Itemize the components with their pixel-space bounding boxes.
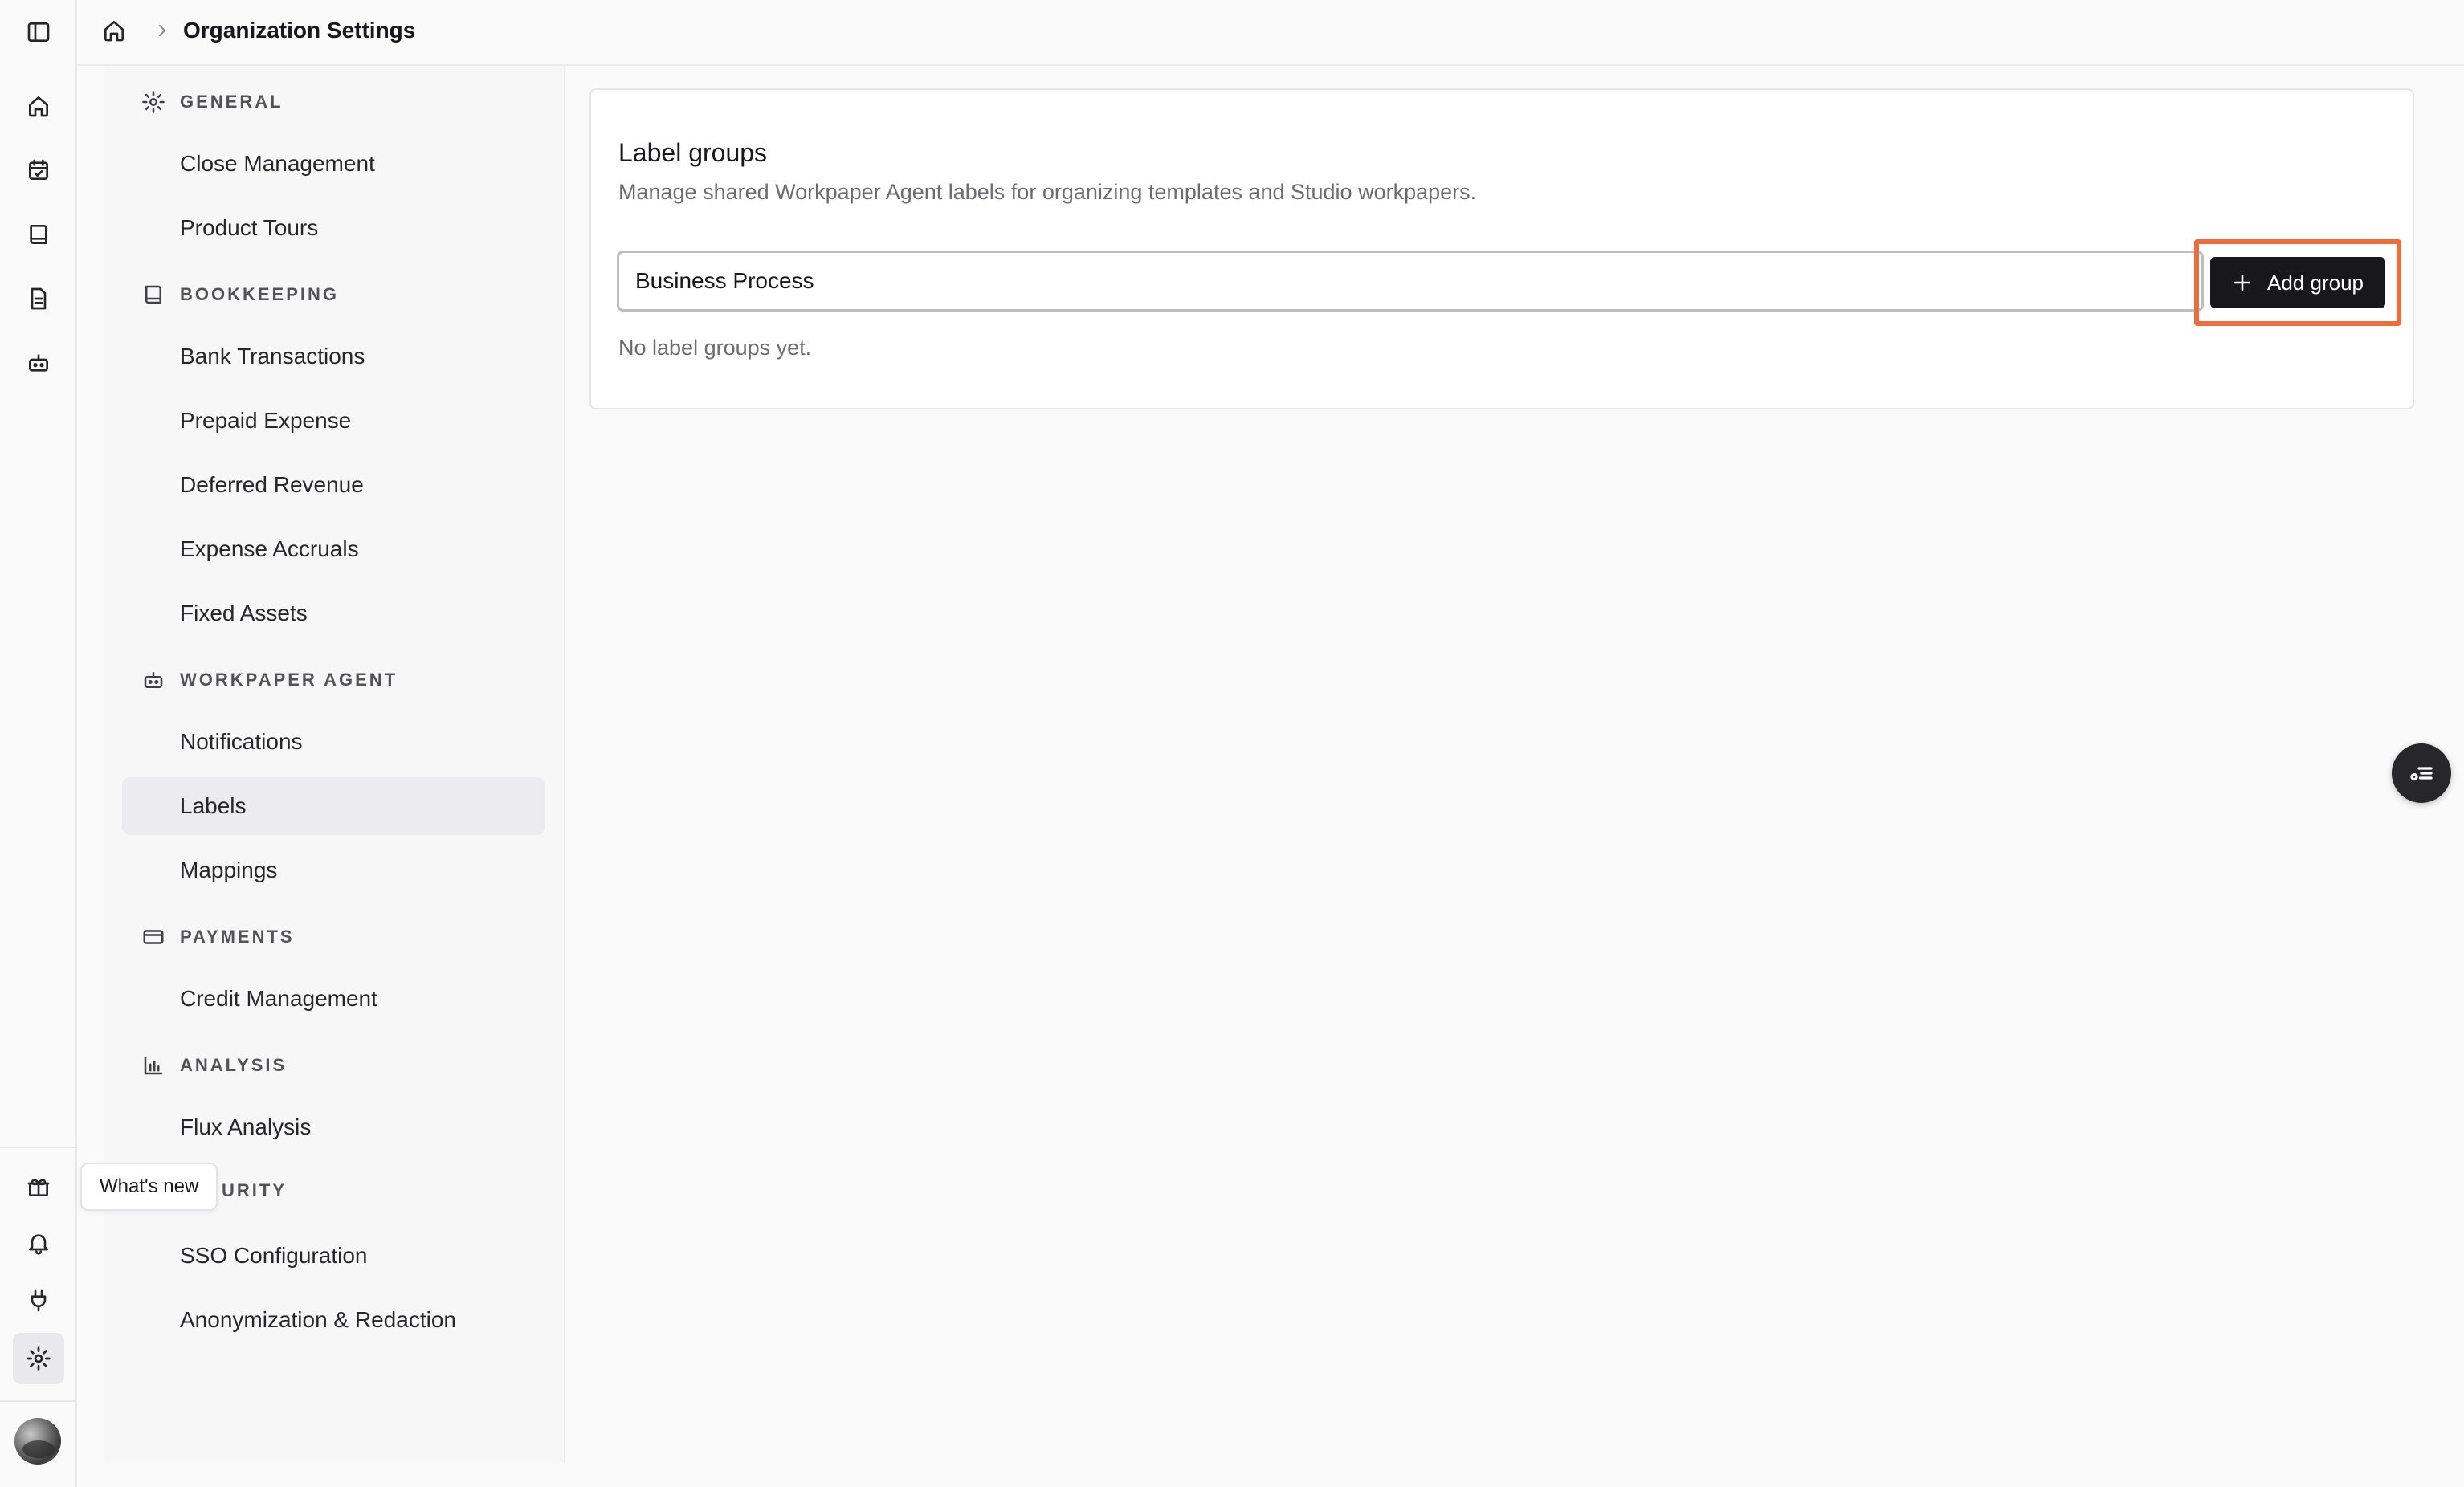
bot-icon[interactable]: [13, 337, 64, 389]
section-label: URITY: [222, 1180, 287, 1200]
section-analysis: ANALYSIS: [141, 1053, 287, 1078]
nav-item-mappings[interactable]: Mappings: [122, 841, 545, 899]
empty-state-text: No label groups yet.: [618, 336, 812, 360]
card-description: Manage shared Workpaper Agent labels for…: [618, 180, 1477, 204]
label-group-input[interactable]: [617, 251, 2204, 312]
rail-divider: [0, 1147, 75, 1148]
nav-item-bank-transactions[interactable]: Bank Transactions: [122, 328, 545, 385]
chevron-right-icon: [154, 21, 173, 43]
section-label: PAYMENTS: [180, 927, 295, 947]
plus-icon: [2234, 275, 2250, 291]
floating-menu-button[interactable]: [2392, 744, 2451, 803]
nav-item-flux-analysis[interactable]: Flux Analysis: [122, 1098, 545, 1156]
add-group-button[interactable]: Add group: [2210, 257, 2385, 308]
section-payments: PAYMENTS: [141, 925, 295, 949]
home-icon[interactable]: [13, 80, 64, 132]
nav-item-product-tours[interactable]: Product Tours: [122, 199, 545, 257]
bot-icon: [144, 672, 163, 688]
top-header: Organization Settings: [77, 0, 2464, 66]
breadcrumb-home-icon[interactable]: [101, 18, 130, 47]
bar-chart-icon: [144, 1056, 163, 1075]
nav-item-credit-management[interactable]: Credit Management: [122, 970, 545, 1028]
calendar-check-icon[interactable]: [13, 145, 64, 196]
add-group-label: Add group: [2267, 270, 2364, 295]
book-icon[interactable]: [13, 209, 64, 260]
bell-icon[interactable]: [13, 1217, 64, 1269]
document-icon[interactable]: [13, 273, 64, 324]
nav-item-notifications[interactable]: Notifications: [122, 713, 545, 771]
whats-new-tooltip: What's new: [80, 1163, 218, 1211]
section-label: WORKPAPER AGENT: [180, 670, 398, 690]
section-label: ANALYSIS: [180, 1055, 288, 1075]
nav-item-close-management[interactable]: Close Management: [122, 135, 545, 193]
nav-item-labels[interactable]: Labels: [122, 777, 545, 835]
list-icon: [2410, 767, 2433, 781]
nav-item-anonymization-redaction[interactable]: Anonymization & Redaction: [122, 1291, 545, 1349]
nav-item-expense-accruals[interactable]: Expense Accruals: [122, 520, 545, 578]
rail-divider: [0, 1400, 75, 1402]
gear-icon[interactable]: [13, 1333, 64, 1384]
plug-icon[interactable]: [13, 1275, 64, 1326]
avatar[interactable]: [14, 1418, 61, 1465]
nav-item-sso-configuration[interactable]: SSO Configuration: [122, 1227, 545, 1285]
section-bookkeeping: BOOKKEEPING: [141, 283, 339, 307]
label-groups-card: Label groups Manage shared Workpaper Age…: [589, 88, 2414, 409]
page-title: Organization Settings: [183, 18, 416, 43]
icon-rail: [0, 0, 77, 1487]
book-icon: [145, 285, 161, 304]
nav-item-fixed-assets[interactable]: Fixed Assets: [122, 585, 545, 642]
settings-nav: GENERAL Close Management Product Tours B…: [104, 66, 565, 1463]
section-label: BOOKKEEPING: [180, 284, 340, 304]
card-title: Label groups: [618, 138, 768, 167]
gift-icon[interactable]: [13, 1161, 64, 1212]
nav-item-prepaid-expense[interactable]: Prepaid Expense: [122, 392, 545, 450]
section-security: URITY: [222, 1180, 287, 1201]
credit-card-icon: [143, 930, 164, 944]
nav-item-deferred-revenue[interactable]: Deferred Revenue: [122, 456, 545, 514]
section-general: GENERAL: [141, 90, 284, 114]
section-label: GENERAL: [180, 92, 284, 112]
sidebar-toggle-icon[interactable]: [13, 6, 64, 58]
section-workpaper-agent: WORKPAPER AGENT: [141, 668, 398, 692]
gear-icon: [142, 91, 165, 113]
